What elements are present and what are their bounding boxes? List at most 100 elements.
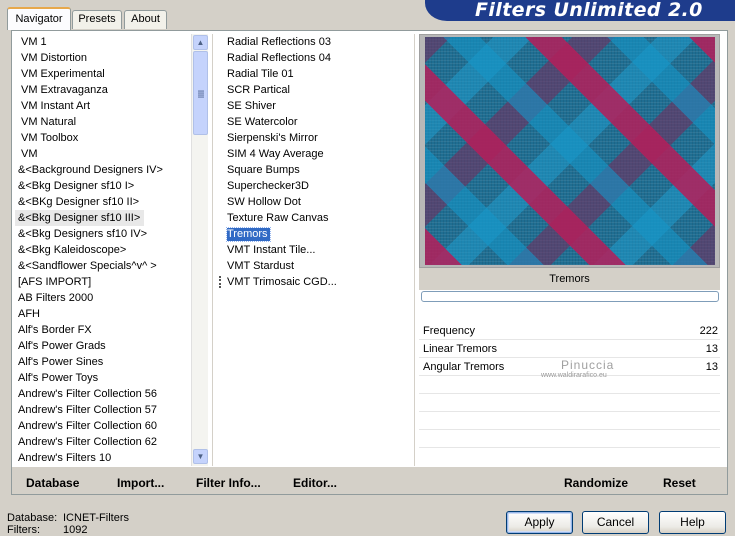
help-button[interactable]: Help: [659, 511, 726, 534]
list-item[interactable]: Andrew's Filter Collection 60: [15, 418, 191, 434]
scroll-up-arrow-icon[interactable]: ▲: [193, 35, 208, 50]
tab-navigator[interactable]: Navigator: [7, 7, 71, 30]
filter-label: VMT Instant Tile...: [227, 244, 316, 256]
category-list[interactable]: VM 1 VM Distortion VM Experimental VM Ex…: [15, 34, 191, 466]
list-item[interactable]: &<Sandflower Specials^v^ >: [15, 258, 191, 274]
filter-label: Radial Reflections 04: [227, 52, 331, 64]
list-item[interactable]: SE Watercolor: [218, 114, 412, 130]
filter-label: SCR Partical: [227, 84, 290, 96]
import-button[interactable]: Import...: [117, 476, 164, 490]
list-item[interactable]: Sierpenski's Mirror: [218, 130, 412, 146]
list-item[interactable]: &<BKg Designer sf10 II>: [15, 194, 191, 210]
param-row-frequency[interactable]: Frequency 222: [419, 322, 720, 340]
scroll-down-arrow-icon[interactable]: ▼: [193, 449, 208, 464]
filter-label: SIM 4 Way Average: [227, 148, 324, 160]
filter-label: SE Watercolor: [227, 116, 298, 128]
list-item[interactable]: SIM 4 Way Average: [218, 146, 412, 162]
list-item[interactable]: VMT Instant Tile...: [218, 242, 412, 258]
list-item[interactable]: VM Extravaganza: [15, 82, 191, 98]
filter-label: SW Hollow Dot: [227, 196, 301, 208]
editor-button[interactable]: Editor...: [293, 476, 337, 490]
list-item-selected[interactable]: &<Bkg Designer sf10 III>: [15, 210, 145, 226]
list-item[interactable]: Alf's Border FX: [15, 322, 191, 338]
watermark-text: Pinuccia: [561, 358, 615, 372]
scrollbar-thumb[interactable]: ▬ ▬ ▬ ▬: [193, 51, 208, 135]
parameter-list: Frequency 222 Linear Tremors 13 Angular …: [419, 322, 720, 466]
param-row-empty: [419, 430, 720, 448]
param-row-linear-tremors[interactable]: Linear Tremors 13: [419, 340, 720, 358]
list-item[interactable]: VM Experimental: [15, 66, 191, 82]
list-item[interactable]: Radial Reflections 04: [218, 50, 412, 66]
watermark-url: www.waldirarafico.eu: [541, 372, 607, 379]
list-item[interactable]: Texture Raw Canvas: [218, 210, 412, 226]
progress-bar: [421, 291, 719, 302]
cancel-button[interactable]: Cancel: [582, 511, 649, 534]
list-item[interactable]: &<Bkg Designers sf10 IV>: [15, 226, 191, 242]
list-item[interactable]: Alf's Power Toys: [15, 370, 191, 386]
list-item[interactable]: Andrew's Filters 10: [15, 450, 191, 466]
param-row-empty: [419, 412, 720, 430]
list-item[interactable]: Alf's Power Sines: [15, 354, 191, 370]
category-scrollbar[interactable]: ▲ ▬ ▬ ▬ ▬ ▼: [191, 34, 208, 466]
preview-frame: [419, 34, 720, 268]
tab-presets[interactable]: Presets: [72, 10, 122, 29]
filter-label: Radial Tile 01: [227, 68, 294, 80]
list-item[interactable]: VM 1: [15, 34, 191, 50]
filter-label: VMT Stardust: [227, 260, 295, 272]
param-value[interactable]: 222: [700, 322, 718, 340]
filter-label: Tremors: [226, 227, 271, 242]
divider: [212, 34, 213, 466]
param-name: Linear Tremors: [423, 343, 497, 355]
database-button[interactable]: Database: [26, 476, 79, 490]
list-item[interactable]: SW Hollow Dot: [218, 194, 412, 210]
filter-info-button[interactable]: Filter Info...: [196, 476, 261, 490]
list-item[interactable]: Radial Reflections 03: [218, 34, 412, 50]
filter-label: Texture Raw Canvas: [227, 212, 329, 224]
param-name: Angular Tremors: [423, 361, 505, 373]
list-item[interactable]: VM: [15, 146, 191, 162]
list-item[interactable]: Andrew's Filter Collection 62: [15, 434, 191, 450]
list-item[interactable]: AFH: [15, 306, 191, 322]
list-item[interactable]: VMT Trimosaic CGD...: [218, 274, 412, 290]
grip-icon: ▬ ▬ ▬ ▬: [198, 88, 204, 100]
param-row-empty: [419, 394, 720, 412]
preview-image[interactable]: [425, 37, 715, 265]
status-database: Database: ICNET-Filters: [7, 512, 129, 524]
apply-button[interactable]: Apply: [506, 511, 573, 534]
list-item[interactable]: Alf's Power Grads: [15, 338, 191, 354]
list-item[interactable]: VM Natural: [15, 114, 191, 130]
app-banner: Filters Unlimited 2.0: [425, 0, 735, 21]
list-item[interactable]: AB Filters 2000: [15, 290, 191, 306]
list-item[interactable]: Andrew's Filter Collection 56: [15, 386, 191, 402]
list-item[interactable]: Radial Tile 01: [218, 66, 412, 82]
list-item[interactable]: VMT Stardust: [218, 258, 412, 274]
status-filters: Filters: 1092: [7, 524, 87, 536]
list-item[interactable]: Andrew's Filter Collection 57: [15, 402, 191, 418]
status-value: 1092: [63, 524, 88, 536]
param-value[interactable]: 13: [706, 340, 718, 358]
drag-handle-icon: [219, 276, 223, 288]
list-item[interactable]: VM Instant Art: [15, 98, 191, 114]
list-item[interactable]: Superchecker3D: [218, 178, 412, 194]
param-value[interactable]: 13: [706, 358, 718, 376]
list-item[interactable]: &<Bkg Kaleidoscope>: [15, 242, 191, 258]
status-value: ICNET-Filters: [63, 512, 129, 524]
status-label: Filters:: [7, 524, 40, 536]
filter-label: Sierpenski's Mirror: [227, 132, 318, 144]
list-item[interactable]: [AFS IMPORT]: [15, 274, 191, 290]
reset-button[interactable]: Reset: [663, 476, 696, 490]
list-item[interactable]: SCR Partical: [218, 82, 412, 98]
filter-label: Superchecker3D: [227, 180, 309, 192]
app-title: Filters Unlimited 2.0: [475, 0, 703, 21]
list-item[interactable]: &<Background Designers IV>: [15, 162, 191, 178]
list-item[interactable]: VM Toolbox: [15, 130, 191, 146]
list-item-selected[interactable]: Tremors: [218, 226, 412, 242]
tab-about[interactable]: About: [124, 10, 167, 29]
randomize-button[interactable]: Randomize: [564, 476, 628, 490]
list-item[interactable]: SE Shiver: [218, 98, 412, 114]
filter-list[interactable]: Radial Reflections 03 Radial Reflections…: [218, 34, 412, 466]
list-item[interactable]: VM Distortion: [15, 50, 191, 66]
list-item[interactable]: Square Bumps: [218, 162, 412, 178]
list-item[interactable]: &<Bkg Designer sf10 I>: [15, 178, 191, 194]
filter-label: SE Shiver: [227, 100, 276, 112]
